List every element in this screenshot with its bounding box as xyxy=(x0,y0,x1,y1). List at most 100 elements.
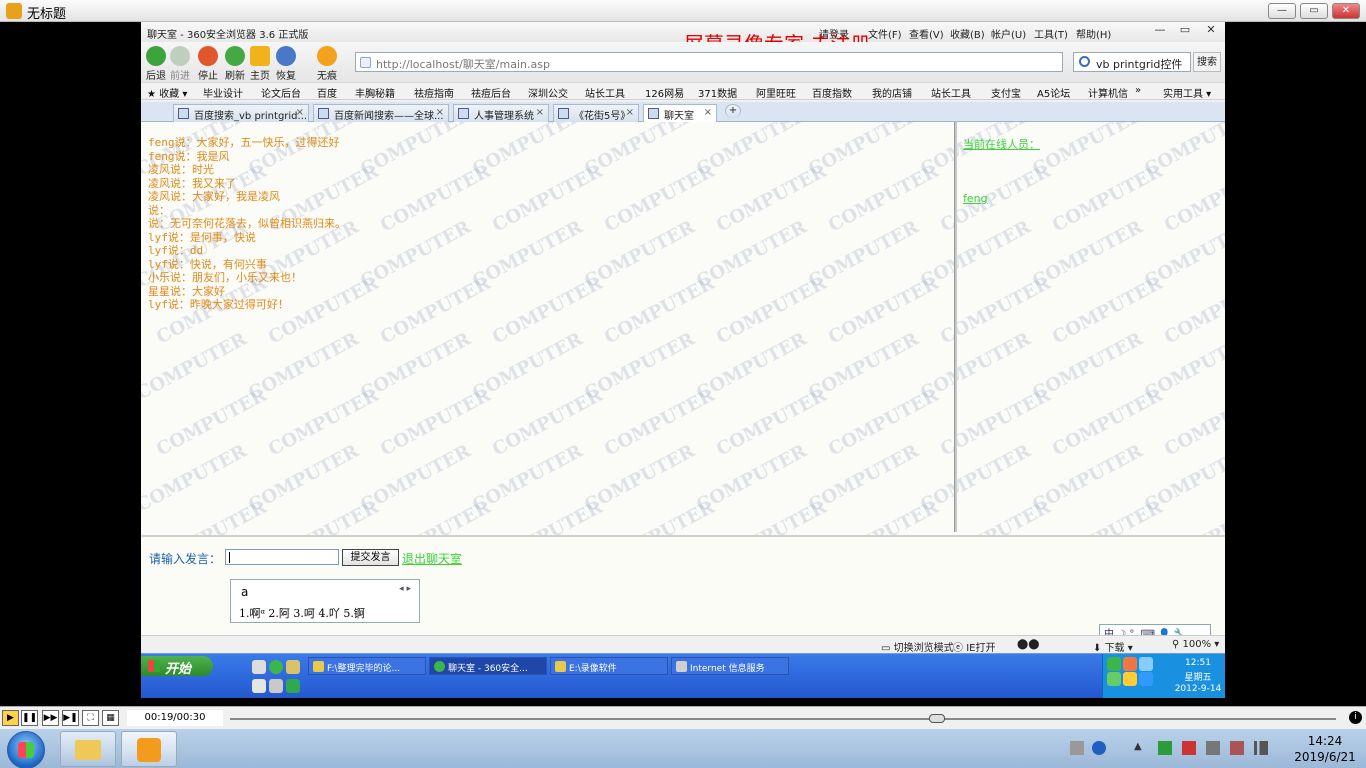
close-button[interactable]: ✕ xyxy=(1332,3,1360,19)
menu-account[interactable]: 帐户(U) xyxy=(991,26,1026,41)
search-button[interactable]: 搜索 xyxy=(1193,52,1221,72)
network-icon[interactable] xyxy=(1158,741,1172,755)
browser-close-button[interactable]: ✕ xyxy=(1200,23,1222,39)
tools-menu-button[interactable]: 实用工具 ▾ xyxy=(1163,85,1211,100)
menu-tools[interactable]: 工具(T) xyxy=(1034,26,1068,41)
zoom-control[interactable]: ⚲ 100% ▾ xyxy=(1172,639,1219,650)
menu-view[interactable]: 查看(V) xyxy=(909,26,944,41)
address-bar[interactable]: http://localhost/聊天室/main.asp xyxy=(355,52,1063,72)
seek-track[interactable] xyxy=(230,718,1336,720)
quick-launch-icon[interactable] xyxy=(269,679,283,693)
fav-item[interactable]: A5论坛 xyxy=(1037,85,1070,100)
forward-button[interactable]: 前进 xyxy=(165,44,195,82)
frame-splitter[interactable] xyxy=(954,122,957,532)
menu-help[interactable]: 帮助(H) xyxy=(1076,26,1111,41)
quick-launch-icon[interactable] xyxy=(286,679,300,693)
download-button[interactable]: ⬇ 下载 ▾ xyxy=(1093,639,1133,654)
tab-close-icon[interactable]: × xyxy=(296,107,304,118)
quick-launch-icon[interactable] xyxy=(252,660,266,674)
switch-mode-button[interactable]: ▭ 切换浏览模式 xyxy=(881,639,954,654)
fav-item[interactable]: 百度指数 xyxy=(812,85,852,100)
stop-button[interactable]: 停止 xyxy=(193,44,223,82)
xp-start-button[interactable]: 开始 xyxy=(141,656,213,677)
restore-button[interactable]: 恢复 xyxy=(271,44,301,82)
fav-item[interactable]: 371数据 xyxy=(698,85,737,100)
submit-message-button[interactable]: 提交发言 xyxy=(342,549,399,566)
online-user-link[interactable]: feng xyxy=(963,192,988,205)
online-users-title[interactable]: 当前在线人员： xyxy=(963,136,1040,152)
frame-button[interactable]: ▦ xyxy=(102,710,119,726)
browser-minimize-button[interactable]: — xyxy=(1149,23,1171,39)
play-button[interactable]: ▶ xyxy=(2,710,19,726)
fav-item[interactable]: 站长工具 xyxy=(931,85,971,100)
menu-favorites[interactable]: 收藏(B) xyxy=(950,26,985,41)
fav-item[interactable]: 毕业设计 xyxy=(203,85,243,100)
tab-baidu-search[interactable]: 百度搜索_vb printgrid... × xyxy=(173,104,309,122)
tab-close-icon[interactable]: × xyxy=(704,107,712,118)
pause-button[interactable]: ❚❚ xyxy=(21,710,38,726)
explorer-taskbar-button[interactable] xyxy=(60,731,116,767)
volume-icon[interactable] xyxy=(1206,741,1220,755)
tab-close-icon[interactable]: × xyxy=(536,107,544,118)
fullscreen-button[interactable]: ⛶ xyxy=(82,710,99,726)
menu-file[interactable]: 文件(F) xyxy=(868,26,902,41)
fav-item[interactable]: 我的店铺 xyxy=(872,85,912,100)
xp-task-recorder-folder[interactable]: E:\录像软件 xyxy=(550,657,668,675)
security-icon[interactable] xyxy=(1182,741,1196,755)
xp-task-iis[interactable]: Internet 信息服务 xyxy=(671,657,789,675)
tab-huajie[interactable]: 《花街5号》 × xyxy=(553,104,639,122)
tray-icon[interactable] xyxy=(1123,657,1137,671)
xp-task-chatroom[interactable]: 聊天室 - 360安全... xyxy=(429,657,547,675)
tray-icon[interactable] xyxy=(1139,657,1153,671)
quick-launch-360-icon[interactable] xyxy=(269,660,283,674)
step-button[interactable]: ▶❚ xyxy=(62,710,79,726)
message-input[interactable] xyxy=(225,549,339,565)
toggle-switch-icon[interactable]: ⬤⬤ xyxy=(1017,639,1039,650)
traceless-button[interactable]: 无痕 xyxy=(312,44,342,82)
fast-forward-button[interactable]: ▶▶ xyxy=(42,710,59,726)
ime-candidates[interactable]: 1.啊ᵅ 2.阿 3.呵 4.吖 5.锕 xyxy=(239,605,365,621)
keyboard-icon[interactable] xyxy=(1070,741,1084,755)
fav-item[interactable]: 百度 xyxy=(317,85,337,100)
tray-expand-icon[interactable]: ▲ xyxy=(1134,741,1148,755)
seek-thumb[interactable] xyxy=(929,714,945,723)
start-button[interactable] xyxy=(7,731,45,768)
tray-icon[interactable] xyxy=(1107,672,1121,686)
fav-item[interactable]: 祛痘后台 xyxy=(471,85,511,100)
fav-item[interactable]: 126网易 xyxy=(645,85,684,100)
ie-open-button[interactable]: ⓔ IE打开 xyxy=(953,639,995,654)
new-tab-button[interactable]: + xyxy=(725,104,741,118)
fav-item[interactable]: 论文后台 xyxy=(261,85,301,100)
tab-baidu-news[interactable]: 百度新闻搜索——全球... × xyxy=(313,104,449,122)
leave-chatroom-link[interactable]: 退出聊天室 xyxy=(402,550,462,567)
quick-launch-icon[interactable] xyxy=(286,660,300,674)
fav-item[interactable]: 支付宝 xyxy=(991,85,1021,100)
help-icon[interactable] xyxy=(1092,741,1106,755)
tab-close-icon[interactable]: × xyxy=(436,107,444,118)
tray-icon[interactable] xyxy=(1139,672,1153,686)
search-input[interactable]: vb printgrid控件 xyxy=(1073,52,1191,72)
tab-chatroom[interactable]: 聊天室 × xyxy=(643,104,717,123)
flag-icon[interactable] xyxy=(1230,741,1244,755)
system-clock[interactable]: 14:24 2019/6/21 xyxy=(1290,733,1360,765)
fav-item[interactable]: 深圳公交 xyxy=(528,85,568,100)
fav-item[interactable]: 祛痘指南 xyxy=(414,85,454,100)
quick-launch-icon[interactable] xyxy=(252,679,266,693)
recorder-taskbar-button[interactable] xyxy=(121,731,177,767)
fav-item[interactable]: 丰胸秘籍 xyxy=(355,85,395,100)
tab-hr-system[interactable]: 人事管理系统 × xyxy=(453,104,549,122)
tab-close-icon[interactable]: × xyxy=(626,107,634,118)
ime-page-arrows-icon[interactable]: ◂ ▸ xyxy=(399,584,411,594)
fav-item[interactable]: 计算机信 xyxy=(1088,85,1128,100)
fav-item[interactable]: 阿里旺旺 xyxy=(756,85,796,100)
signal-icon[interactable] xyxy=(1254,741,1268,755)
xp-task-folder[interactable]: F:\整理完毕的论... xyxy=(308,657,426,675)
browser-maximize-button[interactable]: ▭ xyxy=(1174,23,1196,39)
info-icon[interactable]: i xyxy=(1349,711,1362,724)
favorites-more-button[interactable]: » xyxy=(1135,85,1141,96)
minimize-button[interactable]: — xyxy=(1268,3,1296,19)
maximize-button[interactable]: ▭ xyxy=(1300,3,1328,19)
fav-item[interactable]: 站长工具 xyxy=(585,85,625,100)
favorites-menu-button[interactable]: ★ 收藏 ▾ xyxy=(147,85,187,100)
tray-icon[interactable] xyxy=(1123,672,1137,686)
